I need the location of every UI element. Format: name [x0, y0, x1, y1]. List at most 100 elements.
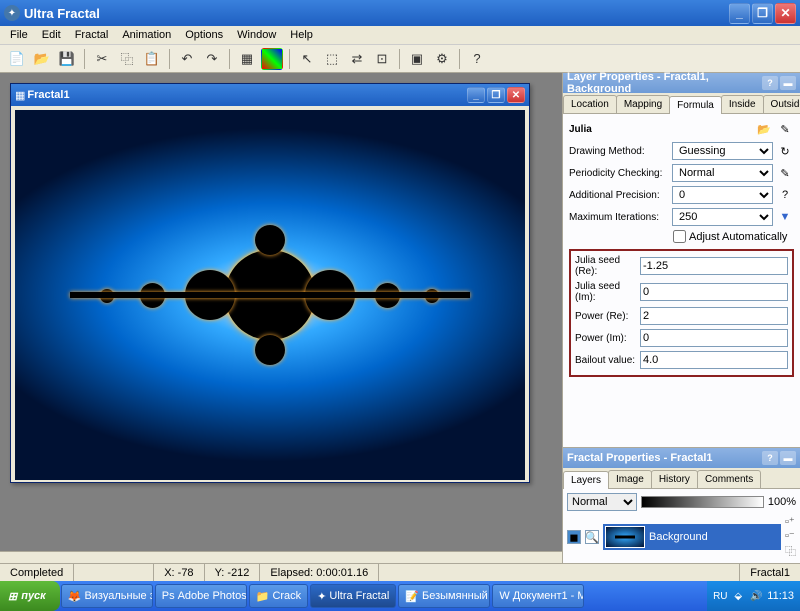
task-item-4[interactable]: 📝Безымянный - ...: [398, 584, 490, 608]
blend-mode-select[interactable]: Normal: [567, 493, 637, 511]
param-input-3[interactable]: [640, 329, 788, 347]
precision-select[interactable]: 0: [672, 186, 773, 204]
collapse2-icon[interactable]: ▬: [780, 451, 796, 465]
task-item-1[interactable]: PsAdobe Photosh...: [155, 584, 247, 608]
layer-props-tabs: Location Mapping Formula Inside Outside: [563, 93, 800, 114]
switch-icon[interactable]: ⇄: [346, 48, 368, 70]
gradient-icon[interactable]: ▦: [236, 48, 258, 70]
menu-help[interactable]: Help: [284, 27, 319, 43]
maximize-button[interactable]: ❐: [752, 3, 773, 24]
select-icon[interactable]: ⬚: [321, 48, 343, 70]
start-button[interactable]: ⊞пуск: [0, 581, 60, 611]
remove-layer-icon[interactable]: ▫⁻: [785, 529, 796, 542]
doc-icon: ▦: [15, 89, 25, 102]
undo-icon[interactable]: ↶: [176, 48, 198, 70]
gear-icon[interactable]: ⚙: [431, 48, 453, 70]
periodicity-select[interactable]: Normal: [672, 164, 773, 182]
app-title: Ultra Fractal: [24, 6, 727, 21]
lang-indicator[interactable]: RU: [713, 589, 727, 603]
opacity-slider[interactable]: [641, 496, 764, 508]
param-label-2: Power (Re):: [575, 311, 637, 322]
open-icon[interactable]: 📂: [31, 48, 53, 70]
cut-icon[interactable]: ✂: [91, 48, 113, 70]
tray-icon[interactable]: ⬙: [731, 589, 745, 603]
fractal-window[interactable]: ▦ Fractal1 _ ❐ ✕: [10, 83, 530, 483]
fractal-properties-header[interactable]: Fractal Properties - Fractal1 ? ▬: [563, 448, 800, 468]
system-tray[interactable]: RU ⬙ 🔊 11:13: [707, 581, 800, 611]
tab-layers[interactable]: Layers: [563, 471, 609, 489]
volume-icon[interactable]: 🔊: [749, 589, 763, 603]
menu-edit[interactable]: Edit: [36, 27, 67, 43]
help2-icon[interactable]: ?: [776, 186, 794, 204]
paste-icon[interactable]: 📋: [141, 48, 163, 70]
fractal-maximize-button[interactable]: ❐: [487, 87, 505, 103]
fractal-window-titlebar[interactable]: ▦ Fractal1 _ ❐ ✕: [11, 84, 529, 106]
maxiter-select[interactable]: 250: [672, 208, 773, 226]
tab-formula[interactable]: Formula: [669, 96, 722, 114]
param-input-0[interactable]: [640, 257, 788, 275]
fractal-props-tabs: Layers Image History Comments: [563, 468, 800, 489]
task-item-0[interactable]: 🦊Визуальные за...: [61, 584, 153, 608]
close-button[interactable]: ✕: [775, 3, 796, 24]
collapse-icon[interactable]: ▬: [780, 76, 796, 90]
tab-inside[interactable]: Inside: [721, 95, 764, 113]
new-icon[interactable]: 📄: [6, 48, 28, 70]
fractal-close-button[interactable]: ✕: [507, 87, 525, 103]
save-icon[interactable]: 💾: [56, 48, 78, 70]
task-item-5[interactable]: WДокумент1 - Mi...: [492, 584, 584, 608]
menu-fractal[interactable]: Fractal: [69, 27, 115, 43]
layer-properties-header[interactable]: Layer Properties - Fractal1, Background …: [563, 73, 800, 93]
minimize-button[interactable]: _: [729, 3, 750, 24]
layer-props-body: Julia 📂 ✎ Drawing Method: Guessing ↻ Per…: [563, 114, 800, 447]
menu-options[interactable]: Options: [179, 27, 229, 43]
reload-icon[interactable]: ↻: [776, 142, 794, 160]
redo-icon[interactable]: ↷: [201, 48, 223, 70]
zoom-icon[interactable]: ⊡: [371, 48, 393, 70]
menubar: File Edit Fractal Animation Options Wind…: [0, 26, 800, 45]
tab-outside[interactable]: Outside: [763, 95, 800, 113]
param-input-2[interactable]: [640, 307, 788, 325]
help3-icon[interactable]: ?: [762, 451, 778, 465]
maxiter-label: Maximum Iterations:: [569, 212, 669, 223]
layer-item[interactable]: Background: [603, 524, 781, 550]
color-icon[interactable]: [261, 48, 283, 70]
fractal-properties-title: Fractal Properties - Fractal1: [567, 452, 760, 464]
task-item-3[interactable]: ✦Ultra Fractal: [310, 584, 396, 608]
tab-image[interactable]: Image: [608, 470, 652, 488]
fractal-canvas[interactable]: [15, 110, 525, 480]
edit2-icon[interactable]: ✎: [776, 164, 794, 182]
opacity-value: 100%: [768, 496, 796, 508]
mask-toggle[interactable]: 🔍: [585, 530, 599, 544]
drawing-method-label: Drawing Method:: [569, 146, 669, 157]
clock[interactable]: 11:13: [767, 590, 794, 602]
menu-animation[interactable]: Animation: [116, 27, 177, 43]
param-input-4[interactable]: [640, 351, 788, 369]
drawing-method-select[interactable]: Guessing: [672, 142, 773, 160]
help-icon[interactable]: ?: [762, 76, 778, 90]
menu-file[interactable]: File: [4, 27, 34, 43]
tab-location[interactable]: Location: [563, 95, 617, 113]
horizontal-scrollbar[interactable]: [0, 551, 562, 563]
menu-window[interactable]: Window: [231, 27, 282, 43]
add-layer-icon[interactable]: ▫⁺: [785, 515, 796, 528]
fractal-minimize-button[interactable]: _: [467, 87, 485, 103]
task-item-2[interactable]: 📁Crack: [249, 584, 308, 608]
visible-toggle[interactable]: ◼: [567, 530, 581, 544]
param-label-0: Julia seed (Re):: [575, 255, 637, 277]
tab-history[interactable]: History: [651, 470, 698, 488]
params-box: Julia seed (Re): Julia seed (Im): Power …: [569, 249, 794, 377]
tab-mapping[interactable]: Mapping: [616, 95, 670, 113]
param-input-1[interactable]: [640, 283, 788, 301]
dup-layer-icon[interactable]: ⿻: [785, 543, 796, 559]
help-icon[interactable]: ?: [466, 48, 488, 70]
adjust-auto-checkbox[interactable]: [673, 230, 686, 243]
pointer-icon[interactable]: ↖: [296, 48, 318, 70]
fractal-window-title: Fractal1: [25, 89, 465, 101]
browse-icon[interactable]: 📂: [755, 120, 773, 138]
copy-icon[interactable]: ⿻: [116, 48, 138, 70]
expand-icon[interactable]: ▼: [776, 208, 794, 226]
edit-icon[interactable]: ✎: [776, 120, 794, 138]
render-icon[interactable]: ▣: [406, 48, 428, 70]
start-icon: ⊞: [8, 590, 17, 603]
tab-comments[interactable]: Comments: [697, 470, 761, 488]
